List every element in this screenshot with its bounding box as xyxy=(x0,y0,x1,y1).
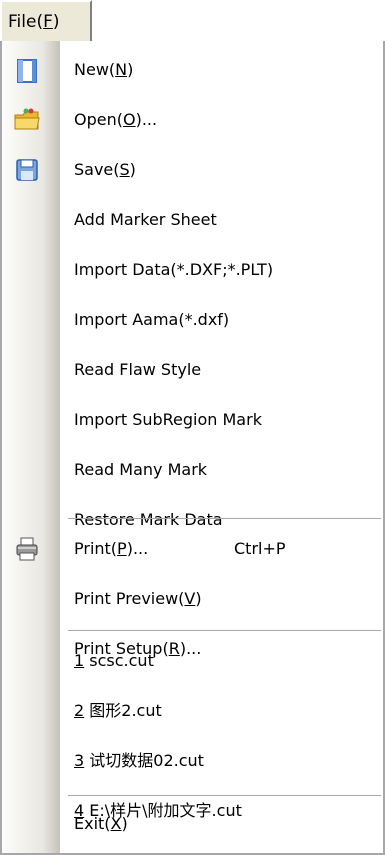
menu-item-exit-accelerator: X xyxy=(110,814,122,833)
menu-item-print[interactable]: Print(P)... Ctrl+P xyxy=(2,524,383,574)
menu-separator xyxy=(68,518,381,519)
floppy-disk-icon xyxy=(12,155,42,185)
menu-item-exit[interactable]: Exit(X) xyxy=(2,799,383,849)
menu-item-print-preview[interactable]: Print Preview(V) xyxy=(2,574,383,624)
recent-file-number: 1 xyxy=(74,651,85,670)
menu-item-new-label-end: ) xyxy=(127,60,134,79)
menu-item-save-accelerator: S xyxy=(119,160,130,179)
menu-item-new[interactable]: New(N) xyxy=(2,45,383,95)
menu-item-save-label-end: ) xyxy=(129,160,136,179)
menubar: File(F) xyxy=(0,0,385,42)
menu-item-read-many-mark-label: Read Many Mark xyxy=(74,460,208,479)
menu-item-recent-file[interactable]: 3 试切数据02.cut xyxy=(2,736,383,786)
menu-item-new-accelerator: N xyxy=(115,60,128,79)
recent-file-name: 试切数据02.cut xyxy=(84,751,204,770)
recent-file-number: 2 xyxy=(74,701,85,720)
menu-item-import-aama-label: Import Aama(*.dxf) xyxy=(74,310,230,329)
file-menu-label: File( xyxy=(8,12,44,32)
file-menu-label-end: ) xyxy=(52,12,60,32)
menu-item-save-label: Save( xyxy=(74,160,120,179)
menu-item-exit-label-end: ) xyxy=(121,814,128,833)
recent-file-number: 3 xyxy=(74,751,85,770)
menu-item-recent-file[interactable]: 2 图形2.cut xyxy=(2,686,383,736)
menu-item-open[interactable]: Open(O)... xyxy=(2,95,383,145)
menu-item-import-aama[interactable]: Import Aama(*.dxf) xyxy=(2,295,383,345)
recent-file-name: 图形2.cut xyxy=(84,701,162,720)
menu-item-print-preview-label-end: ) xyxy=(195,589,202,608)
menu-separator xyxy=(68,630,381,631)
menu-item-print-accelerator: P xyxy=(117,539,127,558)
menu-separator xyxy=(68,795,381,796)
menu-item-import-subregion-mark[interactable]: Import SubRegion Mark xyxy=(2,395,383,445)
menu-item-import-data-label: Import Data(*.DXF;*.PLT) xyxy=(74,260,274,279)
menu-item-add-marker-sheet[interactable]: Add Marker Sheet xyxy=(2,195,383,245)
menu-item-add-marker-sheet-label: Add Marker Sheet xyxy=(74,210,217,229)
menu-item-exit-label: Exit( xyxy=(74,814,111,833)
menu-item-save[interactable]: Save(S) xyxy=(2,145,383,195)
file-menu-accelerator: F xyxy=(43,12,53,32)
menu-item-print-shortcut: Ctrl+P xyxy=(234,539,286,558)
menu-item-import-data[interactable]: Import Data(*.DXF;*.PLT) xyxy=(2,245,383,295)
new-document-icon xyxy=(12,55,42,85)
file-dropdown-menu: New(N) Open(O)... Save(S) Add Marker She… xyxy=(0,41,385,855)
menu-item-recent-file[interactable]: 1 scsc.cut xyxy=(2,636,383,686)
menu-item-open-label: Open( xyxy=(74,110,123,129)
menu-item-read-many-mark[interactable]: Read Many Mark xyxy=(2,445,383,495)
menu-item-print-preview-label: Print Preview( xyxy=(74,589,185,608)
menu-item-print-label-end: )... xyxy=(126,539,149,558)
menu-item-open-label-end: )... xyxy=(135,110,158,129)
file-menu[interactable]: File(F) xyxy=(0,0,92,42)
menu-item-read-flaw-style-label: Read Flaw Style xyxy=(74,360,202,379)
printer-icon xyxy=(12,534,42,564)
menu-item-import-subregion-mark-label: Import SubRegion Mark xyxy=(74,410,262,429)
folder-icon xyxy=(12,105,42,135)
menu-item-print-preview-accelerator: V xyxy=(184,589,196,608)
recent-file-name: scsc.cut xyxy=(84,651,154,670)
menu-item-print-label: Print( xyxy=(74,539,118,558)
menu-item-read-flaw-style[interactable]: Read Flaw Style xyxy=(2,345,383,395)
menu-item-open-accelerator: O xyxy=(122,110,136,129)
menu-item-new-label: New( xyxy=(74,60,116,79)
